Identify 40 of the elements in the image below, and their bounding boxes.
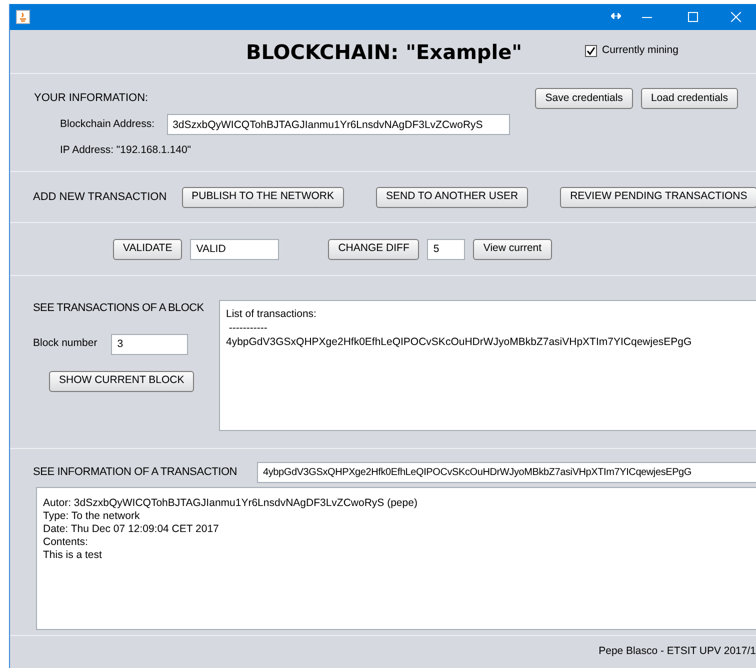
checkbox[interactable] bbox=[585, 44, 597, 57]
section-heading: YOUR INFORMATION: bbox=[34, 91, 148, 106]
text-line: Type: To the network bbox=[43, 510, 140, 523]
button[interactable]: REVIEW PENDING TRANSACTIONS bbox=[560, 186, 756, 208]
input-field[interactable]: 3 bbox=[111, 334, 188, 354]
section-heading: SEE TRANSACTIONS OF A BLOCK bbox=[33, 301, 204, 316]
resize-arrow-icon bbox=[611, 13, 621, 19]
field-label: Blockchain Address: bbox=[60, 116, 155, 132]
input-field[interactable]: VALID bbox=[190, 238, 280, 260]
button[interactable]: Load credentials bbox=[640, 88, 738, 109]
input-field[interactable]: 5 bbox=[427, 238, 466, 260]
window-heading: BLOCKCHAIN: "Example" bbox=[246, 39, 522, 66]
button[interactable]: SEND TO ANOTHER USER bbox=[376, 186, 528, 208]
input-field[interactable]: 4ybpGdV3GSxQHPXge2Hfk0EfhLeQIPOCvSKcOuHDrWJyoMBkbZ7asiVHpXTIm7YICqewjesEPgG bbox=[257, 462, 756, 483]
text-line: Date: Thu Dec 07 12:09:04 CET 2017 bbox=[43, 523, 219, 536]
maximize-icon bbox=[688, 12, 698, 22]
section-heading: SEE INFORMATION OF A TRANSACTION bbox=[33, 465, 238, 480]
text-line: List of transactions: bbox=[226, 308, 316, 321]
checkbox-label: Currently mining bbox=[602, 43, 678, 58]
text-line: Autor: 3dSzxbQyWICQTohBJTAGJIanmu1Yr6LnsdvNAgDF3LvZCwoRyS (pepe) bbox=[43, 497, 418, 510]
button[interactable]: VALIDATE bbox=[113, 238, 182, 260]
text-area[interactable]: Autor: 3dSzxbQyWICQTohBJTAGJIanmu1Yr6LnsdvNAgDF3LvZCwoRyS (pepe) Type: To the network Date: Thu Dec 07 12:09:04 CET 2017 Contents: This is a test bbox=[36, 487, 756, 630]
app-icon bbox=[16, 10, 30, 24]
input-field[interactable]: 3dSzxbQyWICQTohBJTAGJIanmu1Yr6LnsdvNAgDF3LvZCwoRyS bbox=[166, 114, 510, 135]
button[interactable]: View current bbox=[473, 238, 552, 260]
button[interactable]: Save credentials bbox=[535, 88, 633, 109]
footer-text: Pepe Blasco - ETSIT UPV 2017/1 bbox=[598, 644, 756, 660]
minimize-icon bbox=[642, 16, 652, 18]
button[interactable]: PUBLISH TO THE NETWORK bbox=[182, 186, 344, 208]
section-heading: ADD NEW TRANSACTION bbox=[33, 190, 167, 205]
text-area[interactable]: List of transactions: ----------- 4ybpGdV3GSxQHPXge2Hfk0EfhLeQIPOCvSKcOuHDrWJyoMBkbZ7asiVHpXTIm7YICqewjesEPgG bbox=[219, 300, 756, 431]
field-label: Block number bbox=[33, 336, 98, 352]
text-line: This is a test bbox=[43, 549, 102, 562]
button[interactable]: SHOW CURRENT BLOCK bbox=[49, 370, 194, 392]
text-line: ----------- bbox=[228, 322, 268, 335]
ip-address-text: IP Address: "192.168.1.140" bbox=[59, 143, 192, 158]
button[interactable]: CHANGE DIFF bbox=[328, 238, 420, 260]
text-line: 4ybpGdV3GSxQHPXge2Hfk0EfhLeQIPOCvSKcOuHDrWJyoMBkbZ7asiVHpXTIm7YICqewjesEPgG bbox=[226, 336, 692, 349]
close-icon bbox=[731, 12, 741, 22]
text-line: Contents: bbox=[43, 536, 88, 549]
